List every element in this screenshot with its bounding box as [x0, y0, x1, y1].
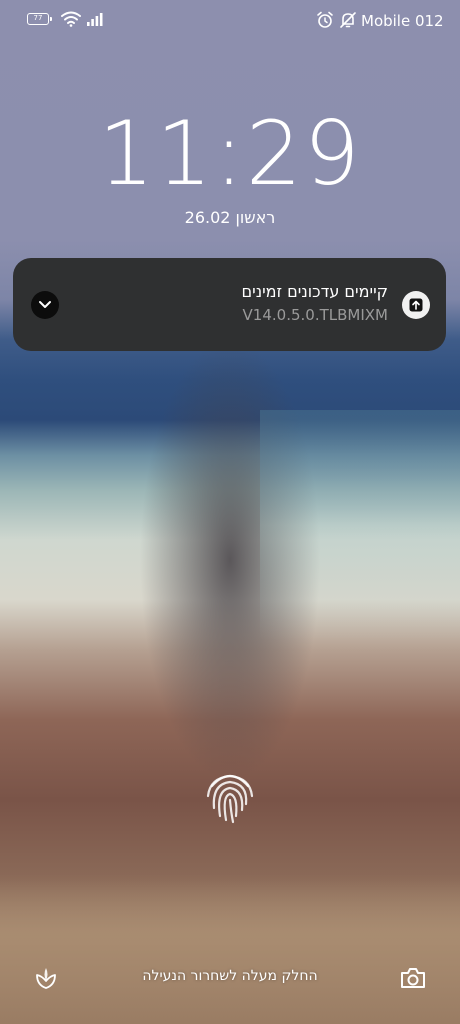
update-notification[interactable]: קיימים עדכונים זמינים V14.0.5.0.TLBMIXM — [13, 258, 446, 351]
chevron-down-icon[interactable] — [31, 291, 59, 319]
carrier-name: Mobile 012 — [361, 12, 444, 30]
alarm-icon — [317, 11, 333, 28]
camera-icon[interactable] — [399, 965, 427, 991]
battery-level: 77 — [33, 14, 43, 22]
mute-icon — [340, 12, 356, 28]
upload-icon — [402, 291, 430, 319]
lock-date: ראשון 26.02 — [184, 208, 276, 227]
fingerprint-icon[interactable] — [198, 762, 262, 826]
wifi-icon — [61, 11, 81, 27]
notification-subtitle: V14.0.5.0.TLBMIXM — [242, 306, 388, 324]
wallpaper-sea — [260, 410, 460, 640]
wallpaper-rocks — [0, 874, 460, 1024]
battery-icon: 77 — [27, 13, 52, 25]
status-bar: 77 Mobile 012 — [0, 0, 460, 44]
notification-title: קיימים עדכונים זמינים — [241, 282, 389, 301]
signal-icon — [87, 13, 103, 26]
unlock-hint: החלק מעלה לשחרור הנעילה — [142, 968, 318, 984]
lock-clock: 11:29 — [98, 102, 362, 205]
leaf-icon[interactable] — [33, 965, 59, 991]
